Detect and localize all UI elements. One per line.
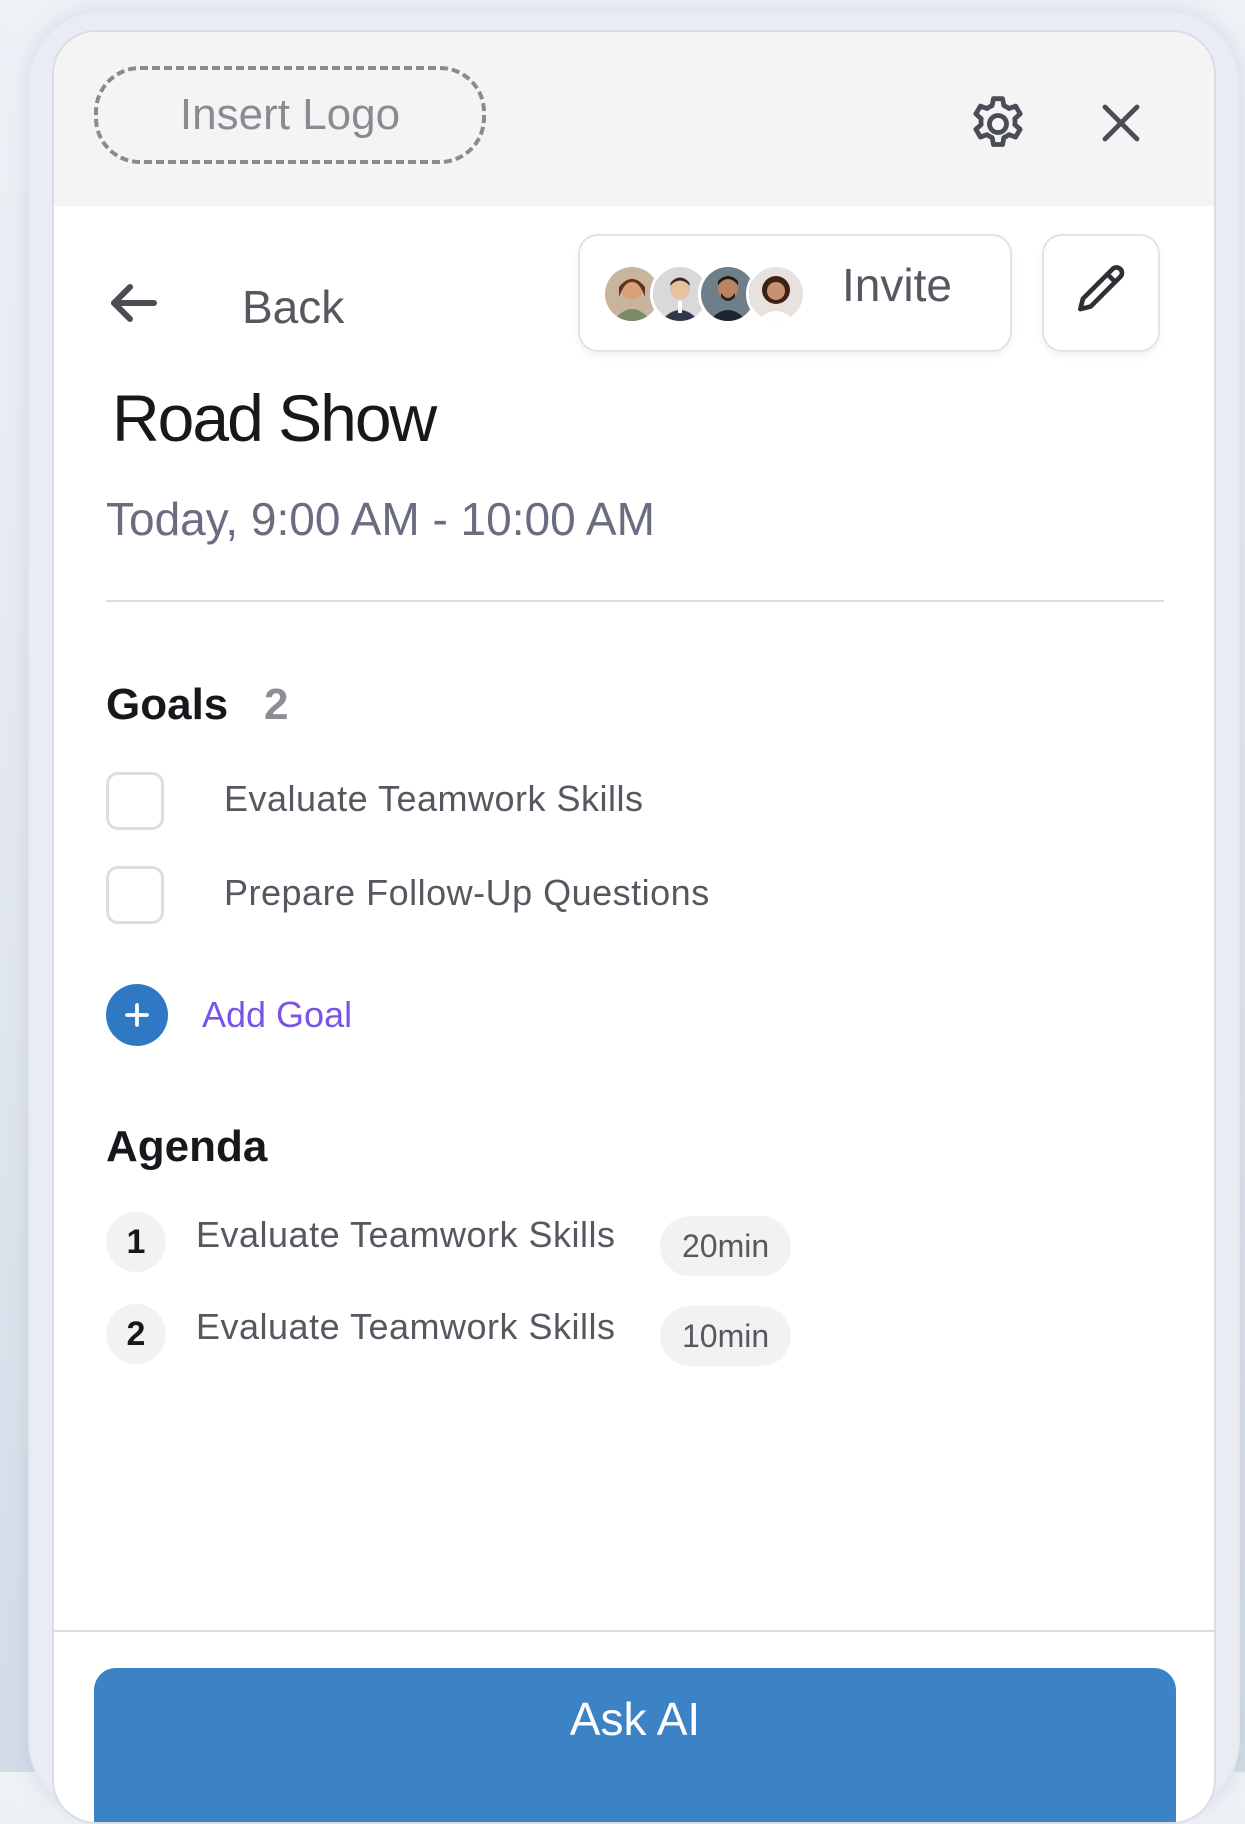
divider (106, 600, 1164, 602)
pencil-icon (1070, 260, 1132, 326)
agenda-item-number: 2 (106, 1304, 166, 1364)
invite-button[interactable]: Invite (578, 234, 1012, 352)
goal-checkbox[interactable] (106, 866, 164, 924)
panel-header: Insert Logo (54, 32, 1214, 206)
goal-checkbox[interactable] (106, 772, 164, 830)
event-time: Today, 9:00 AM - 10:00 AM (106, 493, 655, 545)
goal-item-label: Prepare Follow-Up Questions (224, 872, 710, 913)
participant-avatars (602, 264, 812, 326)
agenda-item-number: 1 (106, 1212, 166, 1272)
goals-count: 2 (264, 680, 289, 729)
gear-icon[interactable] (958, 84, 1038, 164)
footer-divider (54, 1630, 1214, 1632)
agenda-item-label: Evaluate Teamwork Skills (196, 1214, 616, 1255)
goals-heading: Goals (106, 680, 229, 729)
edit-button[interactable] (1042, 234, 1160, 352)
invite-label: Invite (842, 259, 952, 311)
insert-logo-slot[interactable]: Insert Logo (94, 66, 486, 164)
goal-item-label: Evaluate Teamwork Skills (224, 778, 644, 819)
agenda-heading: Agenda (106, 1122, 268, 1171)
duration-badge: 20min (660, 1216, 792, 1276)
back-button[interactable]: Back (242, 280, 344, 334)
close-icon[interactable] (1086, 88, 1156, 158)
duration-badge: 10min (660, 1306, 792, 1366)
plus-icon[interactable] (106, 984, 168, 1046)
meeting-panel: Insert Logo Back Invite Road Show Today,… (52, 30, 1216, 1824)
ask-ai-button[interactable]: Ask AI (94, 1668, 1176, 1822)
avatar (746, 264, 806, 324)
arrow-left-icon[interactable] (106, 280, 166, 330)
agenda-item-label: Evaluate Teamwork Skills (196, 1306, 616, 1347)
event-title: Road Show (112, 381, 437, 455)
add-goal-button[interactable]: Add Goal (202, 994, 352, 1036)
